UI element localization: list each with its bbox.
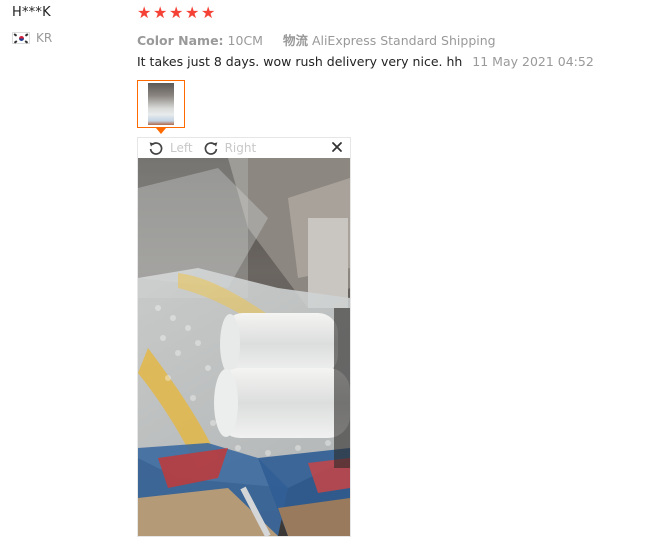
review-photo-thumbnail[interactable]	[137, 80, 185, 128]
country-code: KR	[36, 31, 53, 45]
rotate-right-button[interactable]: Right	[203, 140, 257, 156]
review-text: It takes just 8 days. wow rush delivery …	[137, 54, 463, 69]
color-label: Color Name:	[137, 33, 224, 48]
rating-stars: ★ ★ ★ ★ ★	[137, 3, 216, 22]
rotate-right-label: Right	[224, 141, 257, 155]
review-photo-image	[138, 158, 350, 536]
rotate-left-label: Left	[170, 141, 193, 155]
review-photo	[138, 158, 350, 536]
viewer-toolbar: Left Right	[138, 138, 350, 158]
star-icon: ★	[169, 3, 184, 22]
color-value: 10CM	[227, 33, 263, 48]
rotate-right-icon	[204, 142, 217, 155]
star-icon: ★	[137, 3, 152, 22]
star-icon: ★	[185, 3, 200, 22]
review-meta: Color Name: 10CM 物流 AliExpress Standard …	[137, 30, 496, 49]
rotate-left-button[interactable]: Left	[148, 140, 193, 156]
shipping-label: 物流	[282, 33, 308, 48]
review-page: H***K KR ★ ★ ★ ★ ★ Color Name: 10CM 物流 A…	[0, 0, 651, 551]
thumbnail-pointer	[156, 128, 166, 134]
close-icon[interactable]	[330, 140, 344, 154]
review-date: 11 May 2021 04:52	[472, 54, 594, 69]
rotate-left-icon	[149, 142, 163, 155]
reviewer-name: H***K	[12, 5, 51, 20]
thumbnail-image	[148, 83, 174, 125]
kr-flag-icon	[12, 32, 30, 44]
star-icon: ★	[201, 3, 216, 22]
star-icon: ★	[153, 3, 168, 22]
shipping-value: AliExpress Standard Shipping	[311, 33, 496, 48]
photo-viewer: Left Right	[137, 137, 351, 537]
review-content: It takes just 8 days. wow rush delivery …	[137, 54, 594, 69]
reviewer-country: KR	[12, 31, 52, 45]
